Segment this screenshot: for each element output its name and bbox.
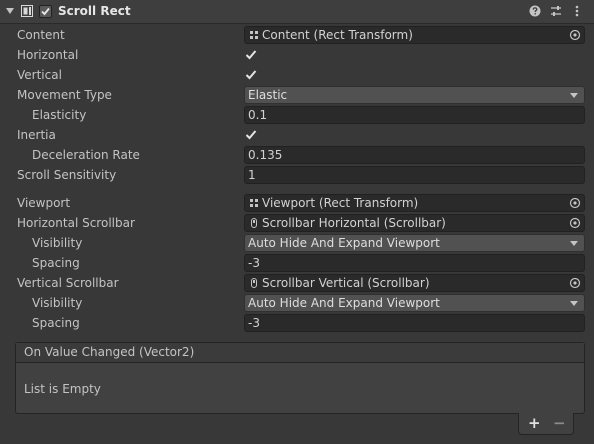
object-picker-icon[interactable] bbox=[569, 217, 581, 229]
v-visibility-row: Visibility Auto Hide And Expand Viewport bbox=[0, 293, 594, 313]
component-header[interactable]: Scroll Rect bbox=[0, 0, 594, 24]
on-value-changed-event: On Value Changed (Vector2) List is Empty bbox=[15, 342, 585, 414]
content-object-field[interactable]: Content (Rect Transform) bbox=[244, 26, 585, 44]
h-visibility-row: Visibility Auto Hide And Expand Viewport bbox=[0, 233, 594, 253]
scrollbar-icon bbox=[251, 278, 257, 288]
content-row: Content Content (Rect Transform) bbox=[0, 25, 594, 45]
scrollbar-icon bbox=[251, 218, 257, 228]
horizontal-row: Horizontal bbox=[0, 45, 594, 65]
horizontal-scrollbar-row: Horizontal Scrollbar Scrollbar Horizonta… bbox=[0, 213, 594, 233]
v-spacing-row: Spacing -3 bbox=[0, 313, 594, 333]
deceleration-rate-row: Deceleration Rate 0.135 bbox=[0, 145, 594, 165]
inertia-checkbox[interactable] bbox=[244, 128, 258, 142]
h-visibility-label: Visibility bbox=[32, 236, 83, 250]
viewport-value: Viewport (Rect Transform) bbox=[262, 196, 419, 210]
event-empty-text: List is Empty bbox=[24, 382, 101, 396]
scroll-sensitivity-label[interactable]: Scroll Sensitivity bbox=[17, 168, 116, 182]
component-title: Scroll Rect bbox=[58, 4, 131, 18]
scroll-rect-component-icon bbox=[21, 5, 33, 17]
v-spacing-label[interactable]: Spacing bbox=[32, 316, 80, 330]
kebab-menu-icon[interactable] bbox=[570, 4, 584, 18]
vertical-scrollbar-value: Scrollbar Vertical (Scrollbar) bbox=[262, 276, 430, 290]
rect-transform-icon bbox=[250, 199, 258, 207]
v-visibility-label: Visibility bbox=[32, 296, 83, 310]
elasticity-row: Elasticity 0.1 bbox=[0, 105, 594, 125]
vertical-label: Vertical bbox=[17, 68, 62, 82]
movement-type-label: Movement Type bbox=[17, 88, 112, 102]
viewport-object-field[interactable]: Viewport (Rect Transform) bbox=[244, 194, 585, 212]
content-value: Content (Rect Transform) bbox=[262, 28, 413, 42]
v-visibility-value: Auto Hide And Expand Viewport bbox=[248, 296, 440, 310]
object-picker-icon[interactable] bbox=[569, 29, 581, 41]
deceleration-rate-field[interactable]: 0.135 bbox=[244, 146, 585, 164]
movement-type-dropdown[interactable]: Elastic bbox=[244, 86, 585, 104]
vertical-scrollbar-row: Vertical Scrollbar Scrollbar Vertical (S… bbox=[0, 273, 594, 293]
chevron-down-icon bbox=[570, 241, 578, 246]
v-spacing-field[interactable]: -3 bbox=[244, 314, 585, 332]
elasticity-field[interactable]: 0.1 bbox=[244, 106, 585, 124]
h-spacing-row: Spacing -3 bbox=[0, 253, 594, 273]
movement-type-row: Movement Type Elastic bbox=[0, 85, 594, 105]
inertia-label: Inertia bbox=[17, 128, 56, 142]
foldout-arrow-icon[interactable] bbox=[6, 8, 14, 14]
vertical-scrollbar-label: Vertical Scrollbar bbox=[17, 276, 119, 290]
object-picker-icon[interactable] bbox=[569, 277, 581, 289]
event-header: On Value Changed (Vector2) bbox=[16, 343, 584, 363]
content-label: Content bbox=[17, 28, 65, 42]
h-visibility-value: Auto Hide And Expand Viewport bbox=[248, 236, 440, 250]
scroll-sensitivity-field[interactable]: 1 bbox=[244, 166, 585, 184]
vertical-checkbox[interactable] bbox=[244, 68, 258, 82]
help-icon[interactable] bbox=[528, 4, 542, 18]
rect-transform-icon bbox=[250, 31, 258, 39]
movement-type-value: Elastic bbox=[248, 88, 288, 102]
presets-icon[interactable] bbox=[549, 4, 563, 18]
horizontal-label: Horizontal bbox=[17, 48, 79, 62]
horizontal-scrollbar-value: Scrollbar Horizontal (Scrollbar) bbox=[262, 216, 446, 230]
inertia-row: Inertia bbox=[0, 125, 594, 145]
horizontal-scrollbar-object-field[interactable]: Scrollbar Horizontal (Scrollbar) bbox=[244, 214, 585, 232]
checkmark-icon bbox=[41, 7, 50, 16]
vertical-scrollbar-object-field[interactable]: Scrollbar Vertical (Scrollbar) bbox=[244, 274, 585, 292]
event-list-controls: + − bbox=[518, 413, 574, 435]
object-picker-icon[interactable] bbox=[569, 197, 581, 209]
horizontal-checkbox[interactable] bbox=[244, 48, 258, 62]
component-enabled-checkbox[interactable] bbox=[39, 5, 52, 18]
remove-listener-button[interactable]: − bbox=[553, 414, 566, 432]
deceleration-rate-label[interactable]: Deceleration Rate bbox=[32, 148, 140, 162]
h-visibility-dropdown[interactable]: Auto Hide And Expand Viewport bbox=[244, 234, 585, 252]
chevron-down-icon bbox=[570, 93, 578, 98]
vertical-row: Vertical bbox=[0, 65, 594, 85]
viewport-row: Viewport Viewport (Rect Transform) bbox=[0, 193, 594, 213]
h-spacing-field[interactable]: -3 bbox=[244, 254, 585, 272]
v-visibility-dropdown[interactable]: Auto Hide And Expand Viewport bbox=[244, 294, 585, 312]
horizontal-scrollbar-label: Horizontal Scrollbar bbox=[17, 216, 135, 230]
elasticity-label[interactable]: Elasticity bbox=[32, 108, 86, 122]
viewport-label: Viewport bbox=[17, 196, 71, 210]
scroll-sensitivity-row: Scroll Sensitivity 1 bbox=[0, 165, 594, 185]
add-listener-button[interactable]: + bbox=[528, 414, 541, 432]
h-spacing-label[interactable]: Spacing bbox=[32, 256, 80, 270]
chevron-down-icon bbox=[570, 301, 578, 306]
